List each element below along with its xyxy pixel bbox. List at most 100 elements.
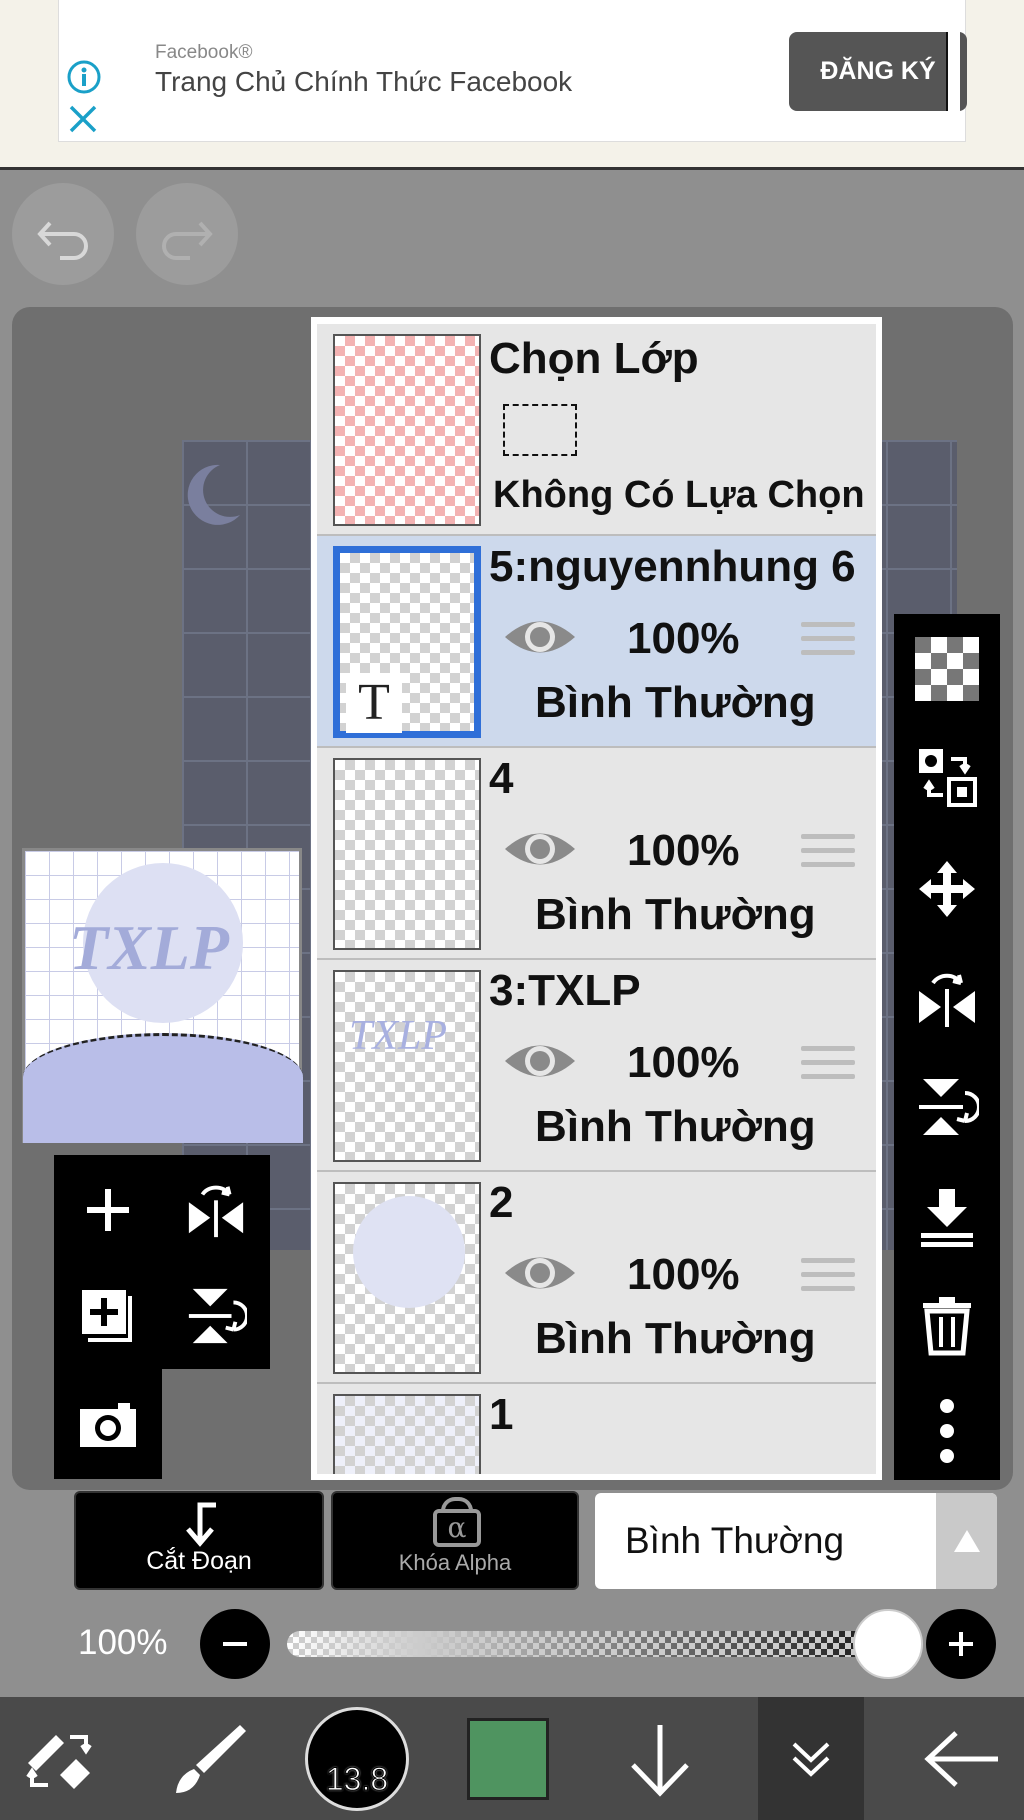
collapse-button[interactable] bbox=[758, 1697, 864, 1820]
layer-row[interactable]: 1 bbox=[317, 1384, 876, 1474]
ad-title[interactable]: Trang Chủ Chính Thức Facebook bbox=[155, 66, 572, 98]
layer-row[interactable]: 4 100% Bình Thường bbox=[317, 748, 876, 960]
arrow-down-icon bbox=[631, 1724, 689, 1797]
eye-icon[interactable] bbox=[503, 614, 577, 660]
layer-swap-button[interactable] bbox=[894, 732, 1000, 822]
flip-horizontal-button[interactable] bbox=[894, 954, 1000, 1044]
layer-name: 3:TXLP bbox=[489, 966, 641, 1015]
brush-size-icon: 13.8 bbox=[305, 1706, 409, 1811]
opacity-slider[interactable] bbox=[287, 1631, 887, 1657]
text-layer-icon: T bbox=[346, 673, 402, 733]
more-options-button[interactable] bbox=[894, 1386, 1000, 1476]
layer-row[interactable]: TXLP 3:TXLP 100% Bình Thường bbox=[317, 960, 876, 1172]
collapse-icon bbox=[792, 1742, 830, 1777]
move-button[interactable] bbox=[894, 844, 1000, 934]
clipping-button[interactable]: Cắt Đoạn bbox=[74, 1491, 324, 1590]
back-button[interactable] bbox=[912, 1697, 1012, 1820]
drag-handle-icon[interactable] bbox=[801, 622, 855, 658]
flip-v-icon bbox=[188, 1288, 247, 1344]
ad-cta-label: ĐĂNG KÝ bbox=[820, 57, 936, 85]
merge-down-button[interactable] bbox=[894, 1172, 1000, 1262]
layer-thumbnail: T bbox=[333, 546, 481, 738]
layer-row[interactable]: T 5:nguyennhung 6 100% Bình Thường bbox=[317, 536, 876, 748]
copy-layer-button[interactable] bbox=[60, 1268, 156, 1364]
selection-status: Không Có Lựa Chọn bbox=[493, 474, 865, 516]
flip-vertical-icon bbox=[919, 1079, 979, 1135]
layer-name: 1 bbox=[489, 1390, 514, 1439]
layers-list[interactable]: Chọn Lớp Không Có Lựa Chọn T 5:nguyennhu… bbox=[317, 324, 876, 1474]
layer-thumbnail bbox=[333, 1394, 481, 1474]
canvas-preview[interactable]: TXLP bbox=[22, 848, 303, 1143]
ad-cta-button[interactable]: ĐĂNG KÝ bbox=[789, 32, 967, 111]
layer-name: 4 bbox=[489, 754, 514, 803]
add-copy-icon bbox=[82, 1290, 132, 1342]
merge-down-icon bbox=[921, 1189, 973, 1247]
redo-button[interactable] bbox=[136, 183, 238, 285]
flip-horizontal-canvas-button[interactable] bbox=[168, 1162, 264, 1258]
selection-marquee-icon bbox=[503, 404, 577, 456]
color-button[interactable] bbox=[466, 1697, 550, 1820]
layer-thumbnail bbox=[333, 1182, 481, 1374]
selection-layer[interactable]: Chọn Lớp Không Có Lựa Chọn bbox=[317, 324, 876, 536]
color-swatch bbox=[467, 1717, 549, 1800]
layer-blend-mode: Bình Thường bbox=[535, 1314, 816, 1363]
transparency-button[interactable] bbox=[894, 624, 1000, 714]
drag-handle-icon[interactable] bbox=[801, 1258, 855, 1294]
layer-thumbnail bbox=[333, 758, 481, 950]
brush-size-value: 13.8 bbox=[325, 1760, 389, 1797]
selection-layer-title: Chọn Lớp bbox=[489, 334, 699, 383]
move-down-button[interactable] bbox=[610, 1697, 710, 1820]
layer-swap-icon bbox=[919, 749, 977, 807]
minus-icon bbox=[223, 1642, 247, 1646]
camera-icon bbox=[80, 1403, 136, 1447]
layer-name: 5:nguyennhung 6 bbox=[489, 542, 856, 591]
preview-art-text: TXLP bbox=[69, 912, 229, 983]
more-icon bbox=[940, 1399, 954, 1463]
alpha-lock-icon: α bbox=[433, 1509, 481, 1547]
undo-button[interactable] bbox=[12, 183, 114, 285]
drag-handle-icon[interactable] bbox=[801, 834, 855, 870]
brush-button[interactable] bbox=[160, 1697, 260, 1820]
close-icon[interactable] bbox=[67, 104, 99, 134]
tool-switch-button[interactable] bbox=[10, 1697, 110, 1820]
eye-icon[interactable] bbox=[503, 826, 577, 872]
flip-vertical-button[interactable] bbox=[894, 1062, 1000, 1152]
layer-row[interactable]: 2 100% Bình Thường bbox=[317, 1172, 876, 1384]
opacity-decrease-button[interactable] bbox=[200, 1609, 270, 1679]
add-layer-icon bbox=[87, 1189, 129, 1231]
triangle-up-icon bbox=[953, 1530, 980, 1552]
camera-button[interactable] bbox=[60, 1376, 156, 1472]
opacity-increase-button[interactable] bbox=[926, 1609, 996, 1679]
eye-icon[interactable] bbox=[503, 1250, 577, 1296]
layer-thumbnail: TXLP bbox=[333, 970, 481, 1162]
layer-opacity: 100% bbox=[627, 1038, 740, 1087]
layer-opacity: 100% bbox=[627, 614, 740, 663]
eye-icon[interactable] bbox=[503, 1038, 577, 1084]
brush-icon bbox=[176, 1724, 246, 1793]
brush-size-button[interactable]: 13.8 bbox=[304, 1697, 410, 1820]
layer-name: 2 bbox=[489, 1178, 514, 1227]
bottom-toolbar: 13.8 bbox=[0, 1697, 1024, 1820]
transparency-icon bbox=[915, 637, 979, 701]
add-layer-button[interactable] bbox=[60, 1162, 156, 1258]
alpha-lock-button[interactable]: α Khóa Alpha bbox=[331, 1491, 579, 1590]
lock-shackle bbox=[441, 1497, 473, 1513]
drag-handle-icon[interactable] bbox=[801, 1046, 855, 1082]
trash-icon bbox=[923, 1297, 971, 1356]
layer-blend-mode: Bình Thường bbox=[535, 1102, 816, 1151]
clipping-label: Cắt Đoạn bbox=[146, 1547, 252, 1575]
blend-mode-dropdown[interactable] bbox=[936, 1493, 997, 1589]
ad-banner: Facebook® Trang Chủ Chính Thức Facebook … bbox=[0, 0, 1024, 170]
opacity-slider-knob[interactable] bbox=[853, 1609, 923, 1679]
selection-thumbnail bbox=[333, 334, 481, 526]
moon-decoration bbox=[187, 464, 240, 525]
layer-blend-mode: Bình Thường bbox=[535, 890, 816, 939]
info-icon[interactable] bbox=[65, 58, 103, 96]
ad-brand: Facebook® bbox=[155, 42, 253, 63]
layer-thumb-art: TXLP bbox=[349, 1013, 448, 1059]
tool-switch-icon bbox=[26, 1734, 92, 1789]
undo-icon bbox=[37, 221, 88, 260]
delete-layer-button[interactable] bbox=[894, 1280, 1000, 1370]
flip-horizontal-icon bbox=[919, 973, 975, 1027]
flip-vertical-canvas-button[interactable] bbox=[168, 1268, 264, 1364]
